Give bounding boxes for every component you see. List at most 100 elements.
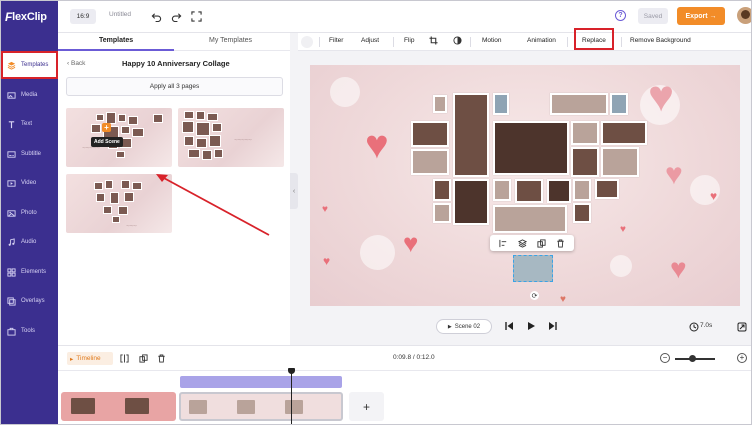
layers-icon[interactable] [518, 238, 528, 248]
avatar[interactable] [737, 7, 751, 24]
edit-toolbar: Filter Adjust Flip Motion Animation Repl… [298, 28, 751, 51]
playhead[interactable] [288, 368, 295, 424]
align-icon[interactable] [499, 238, 509, 248]
scene-clip-1[interactable] [61, 392, 176, 421]
collage-photo[interactable] [573, 203, 591, 223]
collage-photo[interactable] [433, 95, 447, 113]
photo-icon [7, 209, 16, 218]
project-title[interactable]: Untitled [109, 11, 131, 18]
template-thumbnail-2[interactable]: ～～～～～ [178, 108, 284, 167]
sidebar-item-video[interactable]: Video [1, 169, 58, 197]
sidebar-item-photo[interactable]: Photo [1, 199, 58, 227]
sidebar-item-elements[interactable]: Elements [1, 258, 58, 286]
add-scene-tooltip: Add Scene [91, 137, 123, 147]
collage-photo[interactable] [515, 179, 543, 203]
sidebar-item-subtitle[interactable]: Subtitle [1, 140, 58, 168]
sidebar-item-tools[interactable]: Tools [1, 317, 58, 345]
trash-icon[interactable] [556, 238, 566, 248]
remove-background-button[interactable]: Remove Background [630, 37, 691, 44]
selected-photo-frame[interactable] [513, 255, 553, 282]
scene-clip-2[interactable] [179, 392, 343, 421]
adjust-button[interactable]: Adjust [361, 37, 379, 44]
sidebar-item-media[interactable]: Media [1, 81, 58, 109]
collage-photo[interactable] [610, 93, 628, 115]
motion-button[interactable]: Motion [482, 37, 502, 44]
delete-clip-icon[interactable] [156, 353, 166, 363]
animation-button[interactable]: Animation [527, 37, 556, 44]
collage-photo[interactable] [601, 121, 647, 145]
back-label: Back [70, 60, 86, 67]
sidebar-item-overlays[interactable]: Overlays [1, 287, 58, 315]
filter-button[interactable]: Filter [329, 37, 343, 44]
collage-photo[interactable] [411, 149, 449, 175]
zoom-in-button[interactable]: + [737, 353, 747, 363]
aspect-ratio-button[interactable]: 16:9 [70, 9, 96, 24]
fullscreen-icon[interactable] [190, 10, 202, 22]
expand-icon[interactable] [736, 321, 748, 333]
play-icon[interactable] [525, 320, 537, 332]
collage-photo[interactable] [595, 179, 619, 199]
apply-all-button[interactable]: Apply all 3 pages [66, 77, 283, 96]
collage-photo[interactable] [571, 121, 599, 145]
sidebar-item-text[interactable]: Text [1, 110, 58, 138]
rotate-icon[interactable]: ⟳ [530, 291, 539, 300]
help-icon[interactable]: ? [615, 10, 626, 21]
scene-selector[interactable]: ▶ Scene 02 [436, 319, 492, 334]
collage-photo[interactable] [493, 93, 509, 115]
timeline-icon: ▸ [70, 355, 74, 363]
duplicate-icon[interactable] [537, 238, 547, 248]
zoom-out-button[interactable]: − [660, 353, 670, 363]
sidebar-item-audio[interactable]: Audio [1, 228, 58, 256]
video-icon [7, 179, 16, 188]
replace-button[interactable]: Replace [582, 37, 606, 44]
skip-back-icon[interactable] [503, 320, 515, 332]
collage-photo[interactable] [571, 147, 599, 177]
audio-icon [7, 237, 16, 247]
tab-templates[interactable]: Templates [99, 37, 133, 44]
sidebar-item-templates[interactable]: Templates [1, 51, 58, 79]
divider [621, 37, 622, 47]
duplicate-clip-icon[interactable] [138, 353, 148, 363]
tools-icon [7, 327, 16, 336]
tab-my-templates[interactable]: My Templates [209, 37, 252, 44]
collage-photo[interactable] [453, 93, 489, 177]
crop-icon[interactable] [429, 36, 438, 47]
divider [319, 37, 320, 47]
contrast-icon[interactable] [453, 36, 462, 47]
scene-duration[interactable]: 7.0s [700, 322, 712, 329]
heart-decoration: ♥ [665, 158, 683, 191]
flip-button[interactable]: Flip [404, 37, 414, 44]
back-button[interactable]: ‹ Back [67, 60, 85, 67]
redo-icon[interactable] [170, 10, 182, 22]
heart-decoration: ♥ [648, 72, 675, 121]
collage-photo[interactable] [493, 205, 567, 233]
collage-photo[interactable] [493, 121, 569, 175]
collage-photo[interactable] [433, 179, 451, 201]
audio-track[interactable] [180, 376, 342, 388]
collage-photo[interactable] [550, 93, 608, 115]
text-icon [7, 120, 16, 129]
zoom-slider-handle[interactable] [689, 355, 696, 362]
collage-photo[interactable] [547, 179, 571, 203]
timeline-toggle[interactable]: ▸ Timeline [67, 352, 113, 365]
playback-controls: ▶ Scene 02 7.0s [298, 315, 751, 339]
add-clip-button[interactable]: + [349, 392, 384, 421]
split-icon[interactable] [119, 353, 129, 363]
clock-icon [688, 321, 700, 333]
template-thumbnail-3[interactable]: ～～～ [66, 174, 172, 233]
color-swatch[interactable] [301, 36, 313, 48]
undo-icon[interactable] [150, 10, 162, 22]
collage-photo[interactable] [433, 203, 451, 223]
skip-forward-icon[interactable] [547, 320, 559, 332]
saved-status: Saved [638, 8, 668, 24]
export-button[interactable]: Export → [677, 7, 725, 25]
add-scene-button[interactable]: + [102, 123, 111, 132]
collage-photo[interactable] [573, 179, 591, 201]
templates-panel: Templates My Templates ‹ Back Happy 10 A… [58, 33, 290, 345]
collage-photo[interactable] [453, 179, 489, 225]
collapse-panel-handle[interactable]: ‹ [290, 173, 298, 209]
collage-photo[interactable] [601, 147, 639, 177]
collage-photo[interactable] [411, 121, 449, 147]
video-canvas[interactable]: ♥ ♥ ♥ ♥ ♥ ♥ ♥ ♥ ♥ ♥ ⟳ [310, 65, 740, 306]
collage-photo[interactable] [493, 179, 511, 201]
